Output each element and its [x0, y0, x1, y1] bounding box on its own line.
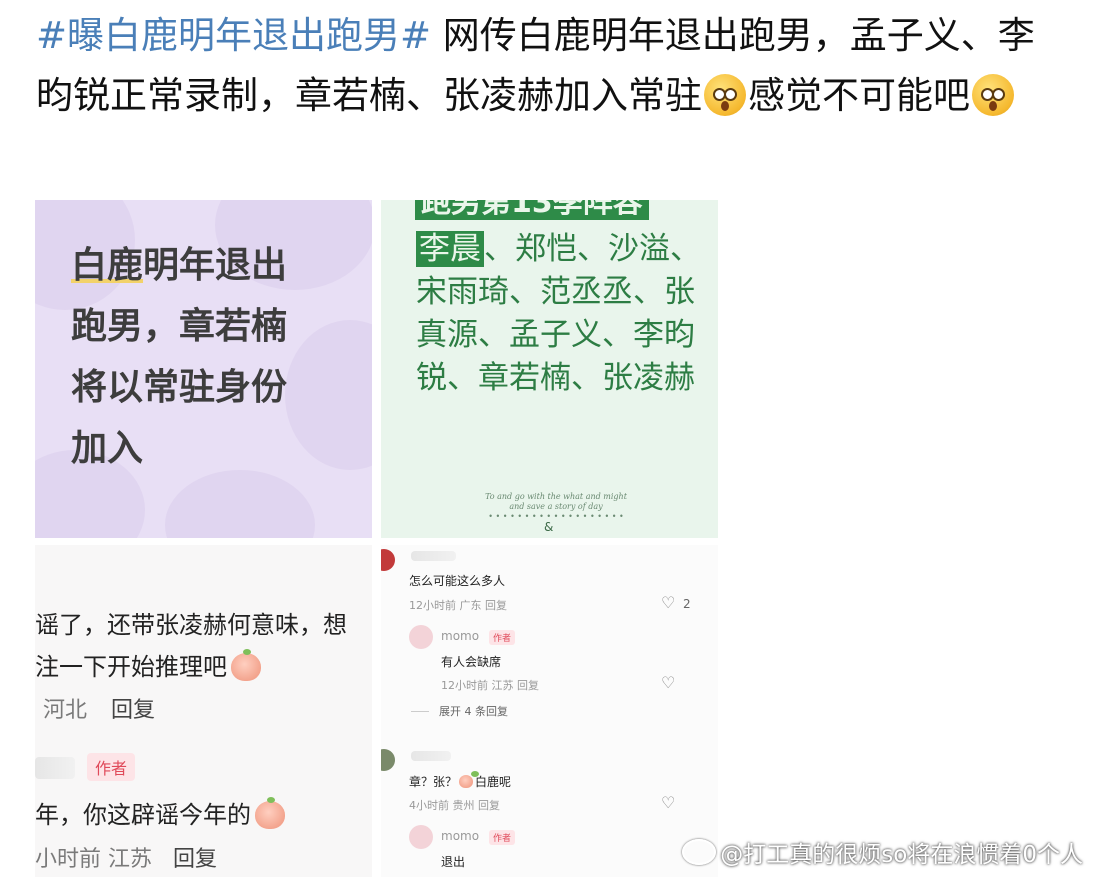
avatar[interactable] [409, 825, 433, 849]
comment-1-location: 河北 [43, 698, 88, 723]
post-text: #曝白鹿明年退出跑男# 网传白鹿明年退出跑男，孟子义、李昀锐正常录制，章若楠、张… [36, 6, 1066, 126]
comment-2-meta: 小时前 江苏 [35, 847, 153, 872]
comment-1-meta: 12小时前 广东 回复 [409, 599, 507, 612]
comment-2-text: 章？张？ 白鹿呢 [409, 771, 512, 789]
blurred-username [411, 751, 451, 761]
peach-emoji-icon [231, 649, 261, 681]
author-badge: 作者 [87, 753, 136, 781]
post-body-2: 感觉不可能吧 [748, 74, 970, 117]
image-1-purple-card[interactable]: 白鹿明年退出 跑男，章若楠 将以常驻身份 加入 [35, 200, 372, 538]
reply-1-meta: 12小时前 江苏 回复 [441, 679, 539, 692]
comment-1-reply[interactable]: 回复 [111, 692, 155, 724]
blurred-username [35, 757, 75, 779]
avatar[interactable] [409, 625, 433, 649]
weibo-watermark: @打工真的很烦so将在浪惯着0个人 [682, 835, 1083, 869]
image-2-cast-list: 李晨、郑恺、沙溢、宋雨琦、范丞丞、张真源、孟子义、李昀锐、章若楠、张凌赫 [416, 231, 701, 396]
image-4-comment-screenshot[interactable]: 怎么可能这么多人 12小时前 广东 回复 ♡ 2 momo 作者 有人会缺席 1… [381, 545, 718, 877]
peach-emoji-icon [255, 797, 285, 829]
blurred-username [411, 551, 456, 561]
reply-1-text: 有人会缺席 [441, 655, 502, 669]
comment-2-text: 年，你这辟谣今年的 [35, 795, 285, 830]
like-heart-icon[interactable]: ♡ [661, 673, 675, 692]
reply-2-text: 退出 [441, 855, 466, 869]
reply-1-username[interactable]: momo [441, 629, 479, 643]
pig-emoji-icon [459, 771, 480, 788]
comment-1-line-1: 谣了，还带张凌赫何意味，想 [35, 611, 347, 639]
shocked-face-icon [704, 74, 746, 116]
avatar[interactable] [381, 749, 395, 771]
comment-2-meta: 4小时前 贵州 回复 [409, 799, 500, 812]
like-heart-icon[interactable]: ♡ [661, 593, 675, 612]
hashtag-link[interactable]: #曝白鹿明年退出跑男# [36, 14, 431, 57]
like-count: 2 [683, 597, 691, 611]
surprised-face-icon [972, 74, 1014, 116]
image-3-comment-screenshot[interactable]: 谣了，还带张凌赫何意味，想 注一下开始推理吧 河北 回复 作者 年，你这辟谣今年… [35, 545, 372, 877]
reply-2-username[interactable]: momo [441, 829, 479, 843]
comment-1-text: 怎么可能这么多人 [409, 574, 506, 588]
comment-1-line-2: 注一下开始推理吧 [35, 647, 261, 682]
author-badge: 作者 [489, 830, 516, 845]
image-2-header: 跑男第13季阵容 [415, 200, 649, 220]
image-1-headline: 白鹿明年退出 跑男，章若楠 将以常驻身份 加入 [71, 245, 288, 469]
expand-replies-link[interactable]: 展开 4 条回复 [439, 703, 508, 719]
image-2-ampersand: & [544, 520, 554, 534]
weibo-logo-icon [682, 839, 717, 865]
image-2-green-card[interactable]: 跑男第13季阵容 李晨、郑恺、沙溢、宋雨琦、范丞丞、张真源、孟子义、李昀锐、章若… [381, 200, 718, 538]
expand-divider [411, 711, 429, 712]
avatar[interactable] [381, 549, 395, 571]
author-badge: 作者 [489, 630, 516, 645]
like-heart-icon[interactable]: ♡ [661, 793, 675, 812]
comment-2-reply[interactable]: 回复 [173, 841, 217, 873]
image-2-script-text: To and go with the what and might and sa… [485, 492, 627, 521]
